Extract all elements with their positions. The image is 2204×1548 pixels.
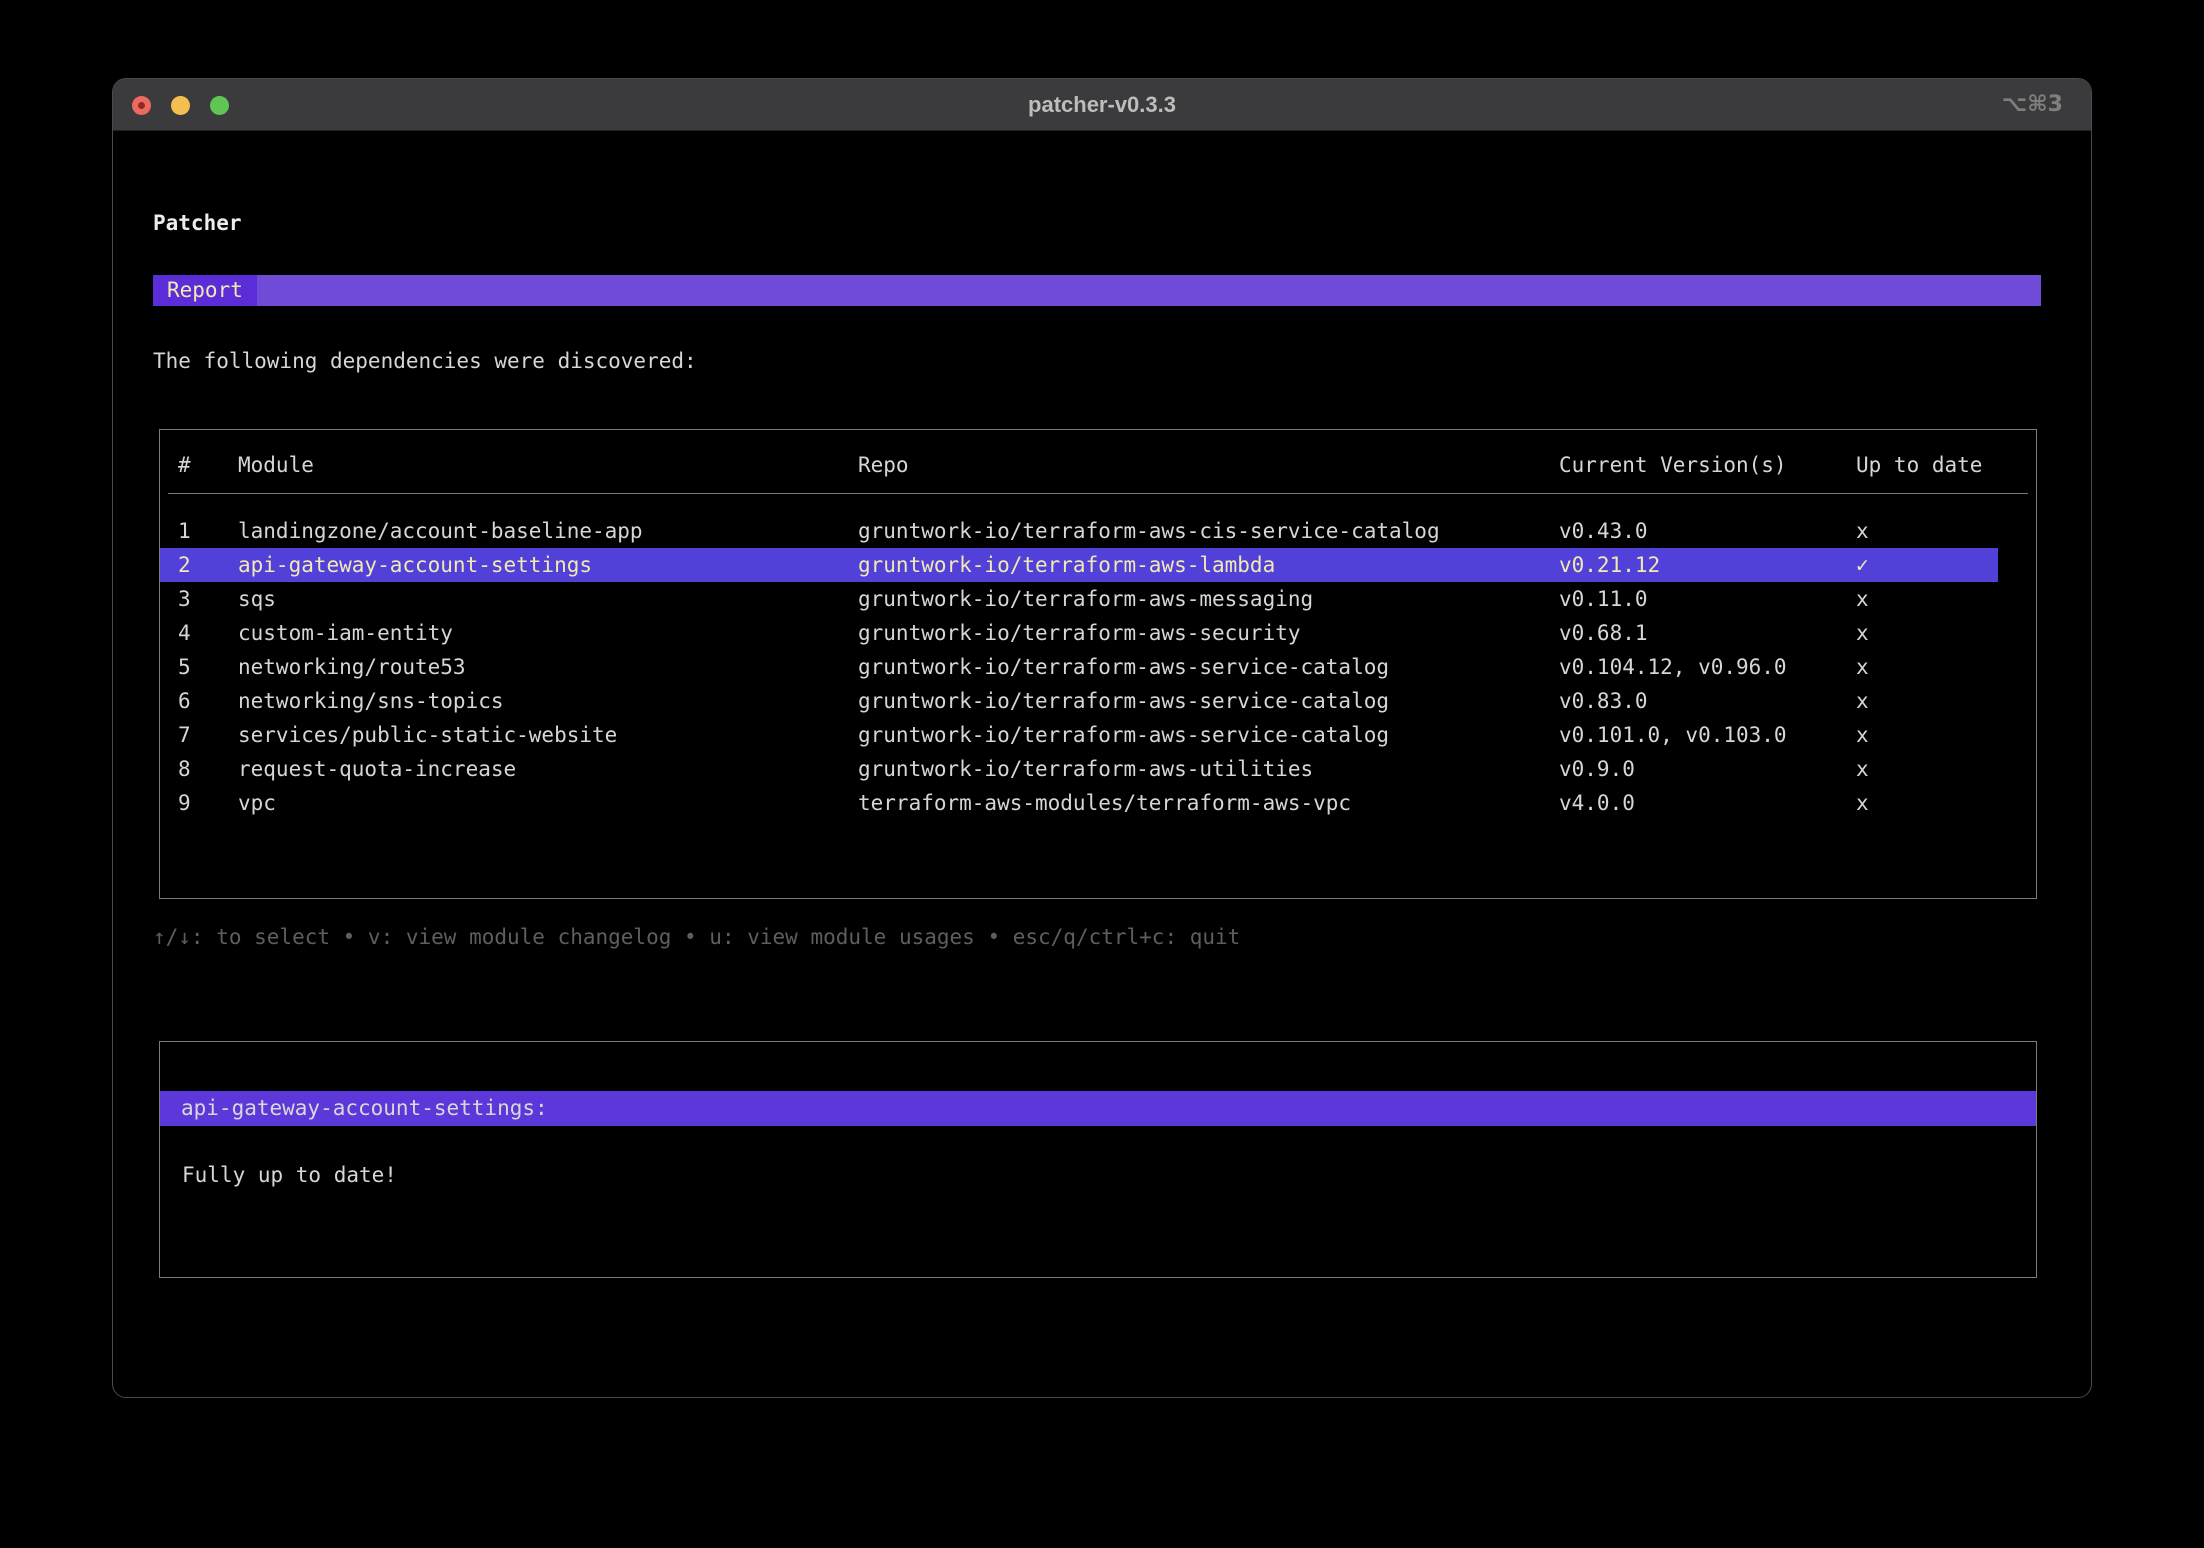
row-up-to-date: x bbox=[1856, 519, 1869, 543]
row-number: 6 bbox=[178, 689, 191, 713]
table-row[interactable]: 6 networking/sns-topics gruntwork-io/ter… bbox=[160, 684, 2036, 718]
row-module: services/public-static-website bbox=[238, 723, 618, 747]
row-up-to-date: ✓ bbox=[1856, 553, 1869, 577]
app-heading: Patcher bbox=[153, 211, 242, 235]
intro-text: The following dependencies were discover… bbox=[153, 349, 697, 373]
row-number: 7 bbox=[178, 723, 191, 747]
row-module: networking/sns-topics bbox=[238, 689, 504, 713]
col-header-number: # bbox=[178, 453, 191, 477]
table-row[interactable]: 7 services/public-static-website gruntwo… bbox=[160, 718, 2036, 752]
table-row[interactable]: 8 request-quota-increase gruntwork-io/te… bbox=[160, 752, 2036, 786]
col-header-repo: Repo bbox=[858, 453, 909, 477]
row-versions: v0.104.12, v0.96.0 bbox=[1559, 655, 1787, 679]
row-versions: v0.11.0 bbox=[1559, 587, 1648, 611]
row-repo: terraform-aws-modules/terraform-aws-vpc bbox=[858, 791, 1352, 815]
table-row[interactable]: 5 networking/route53 gruntwork-io/terraf… bbox=[160, 650, 2036, 684]
col-header-versions: Current Version(s) bbox=[1559, 453, 1787, 477]
row-repo: gruntwork-io/terraform-aws-cis-service-c… bbox=[858, 519, 1440, 543]
row-versions: v0.21.12 bbox=[1559, 553, 1661, 577]
row-number: 1 bbox=[178, 519, 191, 543]
row-number: 4 bbox=[178, 621, 191, 645]
table-row[interactable]: 1 landingzone/account-baseline-app grunt… bbox=[160, 514, 2036, 548]
row-number: 3 bbox=[178, 587, 191, 611]
row-up-to-date: x bbox=[1856, 689, 1869, 713]
row-module: request-quota-increase bbox=[238, 757, 517, 781]
terminal-content: Patcher Report The following dependencie… bbox=[113, 79, 2091, 1397]
row-up-to-date: x bbox=[1856, 621, 1869, 645]
keyboard-hints: ↑/↓: to select • v: view module changelo… bbox=[153, 925, 1241, 949]
row-versions: v0.83.0 bbox=[1559, 689, 1648, 713]
table-row[interactable]: 2 api-gateway-account-settings gruntwork… bbox=[160, 548, 1998, 582]
table-header-row: # Module Repo Current Version(s) Up to d… bbox=[160, 448, 2036, 482]
row-versions: v0.101.0, v0.103.0 bbox=[1559, 723, 1787, 747]
row-versions: v0.43.0 bbox=[1559, 519, 1648, 543]
table-row[interactable]: 4 custom-iam-entity gruntwork-io/terrafo… bbox=[160, 616, 2036, 650]
table-row[interactable]: 9 vpc terraform-aws-modules/terraform-aw… bbox=[160, 786, 2036, 820]
row-up-to-date: x bbox=[1856, 791, 1869, 815]
row-number: 2 bbox=[178, 553, 191, 577]
row-versions: v0.68.1 bbox=[1559, 621, 1648, 645]
tab-report[interactable]: Report bbox=[153, 275, 257, 306]
row-versions: v4.0.0 bbox=[1559, 791, 1635, 815]
row-module: custom-iam-entity bbox=[238, 621, 453, 645]
row-repo: gruntwork-io/terraform-aws-lambda bbox=[858, 553, 1276, 577]
row-up-to-date: x bbox=[1856, 655, 1869, 679]
detail-body-text: Fully up to date! bbox=[182, 1163, 397, 1187]
row-up-to-date: x bbox=[1856, 587, 1869, 611]
row-module: sqs bbox=[238, 587, 276, 611]
row-module: api-gateway-account-settings bbox=[238, 553, 593, 577]
row-up-to-date: x bbox=[1856, 723, 1869, 747]
row-module: networking/route53 bbox=[238, 655, 466, 679]
desktop-background: patcher-v0.3.3 ⌥⌘3 Patcher Report The fo… bbox=[0, 0, 2204, 1548]
detail-title-bar: api-gateway-account-settings: bbox=[160, 1091, 2036, 1126]
row-number: 8 bbox=[178, 757, 191, 781]
row-up-to-date: x bbox=[1856, 757, 1869, 781]
dependencies-table: # Module Repo Current Version(s) Up to d… bbox=[159, 429, 2037, 899]
header-separator bbox=[168, 493, 2028, 494]
table-row[interactable]: 3 sqs gruntwork-io/terraform-aws-messagi… bbox=[160, 582, 2036, 616]
row-module: vpc bbox=[238, 791, 276, 815]
col-header-module: Module bbox=[238, 453, 314, 477]
row-repo: gruntwork-io/terraform-aws-service-catal… bbox=[858, 655, 1390, 679]
row-repo: gruntwork-io/terraform-aws-service-catal… bbox=[858, 689, 1390, 713]
tab-bar: Report bbox=[153, 275, 2041, 306]
terminal-window: patcher-v0.3.3 ⌥⌘3 Patcher Report The fo… bbox=[112, 78, 2092, 1398]
col-header-up-to-date: Up to date bbox=[1856, 453, 1983, 477]
row-repo: gruntwork-io/terraform-aws-utilities bbox=[858, 757, 1314, 781]
table-rows: 1 landingzone/account-baseline-app grunt… bbox=[160, 514, 2036, 820]
row-versions: v0.9.0 bbox=[1559, 757, 1635, 781]
row-module: landingzone/account-baseline-app bbox=[238, 519, 643, 543]
row-repo: gruntwork-io/terraform-aws-security bbox=[858, 621, 1301, 645]
module-detail-panel: api-gateway-account-settings: Fully up t… bbox=[159, 1041, 2037, 1278]
row-number: 5 bbox=[178, 655, 191, 679]
row-repo: gruntwork-io/terraform-aws-messaging bbox=[858, 587, 1314, 611]
row-repo: gruntwork-io/terraform-aws-service-catal… bbox=[858, 723, 1390, 747]
row-number: 9 bbox=[178, 791, 191, 815]
